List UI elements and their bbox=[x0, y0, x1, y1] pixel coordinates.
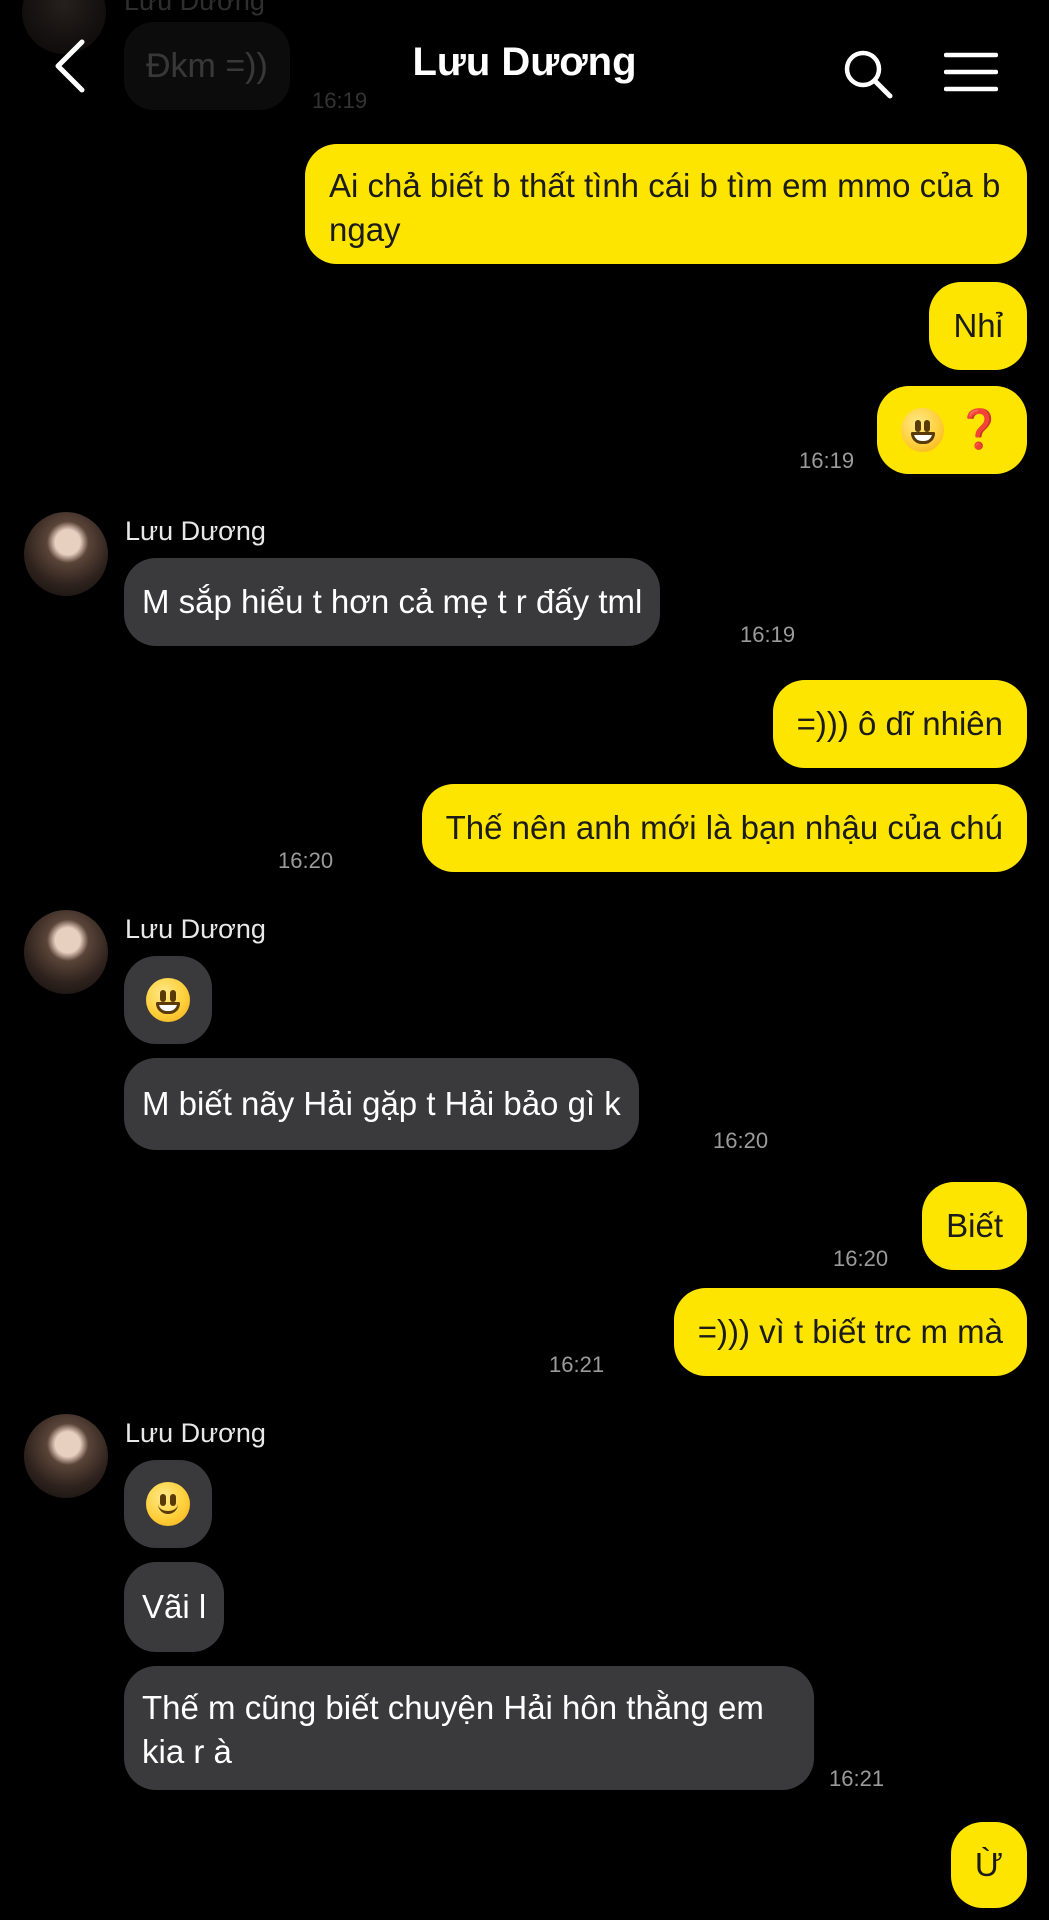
chat-header: Lưu Dương bbox=[0, 0, 1049, 130]
their-message-bubble[interactable]: M sắp hiểu t hơn cả mẹ t r đấy tml bbox=[124, 558, 661, 646]
my-message-bubble[interactable]: Ai chả biết b thất tình cái b tìm em mmo… bbox=[305, 144, 1027, 264]
slightly-smiling-face-icon bbox=[146, 1482, 190, 1526]
sender-name: Lưu Dương bbox=[125, 1418, 266, 1448]
my-message-bubble[interactable]: Thế nên anh mới là bạn nhậu của chú bbox=[421, 784, 1027, 872]
their-message-bubble[interactable]: M biết nãy Hải gặp t Hải bảo gì k bbox=[124, 1058, 639, 1150]
red-question-mark: ❓ bbox=[955, 409, 1003, 451]
message-timestamp: 16:21 bbox=[549, 1352, 605, 1377]
search-button[interactable] bbox=[842, 48, 894, 100]
sender-name: Lưu Dương bbox=[125, 516, 266, 546]
their-message-bubble[interactable]: Thế m cũng biết chuyện Hải hôn thằng em … bbox=[124, 1666, 814, 1790]
menu-button[interactable] bbox=[943, 52, 999, 92]
my-message-bubble[interactable]: =))) vì t biết trc m mà bbox=[673, 1288, 1027, 1376]
my-message-bubble[interactable]: Ừ bbox=[950, 1822, 1027, 1908]
their-emoji-bubble[interactable] bbox=[124, 956, 212, 1044]
search-icon bbox=[844, 50, 893, 99]
my-emoji-bubble[interactable]: ❓ bbox=[877, 386, 1027, 474]
avatar[interactable] bbox=[24, 1414, 108, 1498]
avatar[interactable] bbox=[24, 512, 108, 596]
their-emoji-bubble[interactable] bbox=[124, 1460, 212, 1548]
sender-name: Lưu Dương bbox=[125, 914, 266, 944]
message-timestamp: 16:21 bbox=[829, 1766, 885, 1791]
my-message-bubble[interactable]: Biết bbox=[922, 1182, 1027, 1270]
grinning-face-icon bbox=[901, 408, 944, 452]
message-timestamp: 16:20 bbox=[833, 1246, 889, 1271]
their-message-bubble[interactable]: Vãi l bbox=[124, 1562, 225, 1652]
message-timestamp: 16:19 bbox=[799, 448, 855, 473]
my-message-bubble[interactable]: =))) ô dĩ nhiên bbox=[772, 680, 1027, 768]
my-message-bubble[interactable]: Nhỉ bbox=[929, 282, 1027, 370]
avatar[interactable] bbox=[24, 910, 108, 994]
hamburger-menu-icon bbox=[943, 52, 999, 92]
grinning-face-icon bbox=[146, 978, 190, 1022]
message-timestamp: 16:20 bbox=[713, 1128, 769, 1153]
message-timestamp: 16:20 bbox=[278, 848, 334, 873]
message-timestamp: 16:19 bbox=[740, 622, 796, 647]
